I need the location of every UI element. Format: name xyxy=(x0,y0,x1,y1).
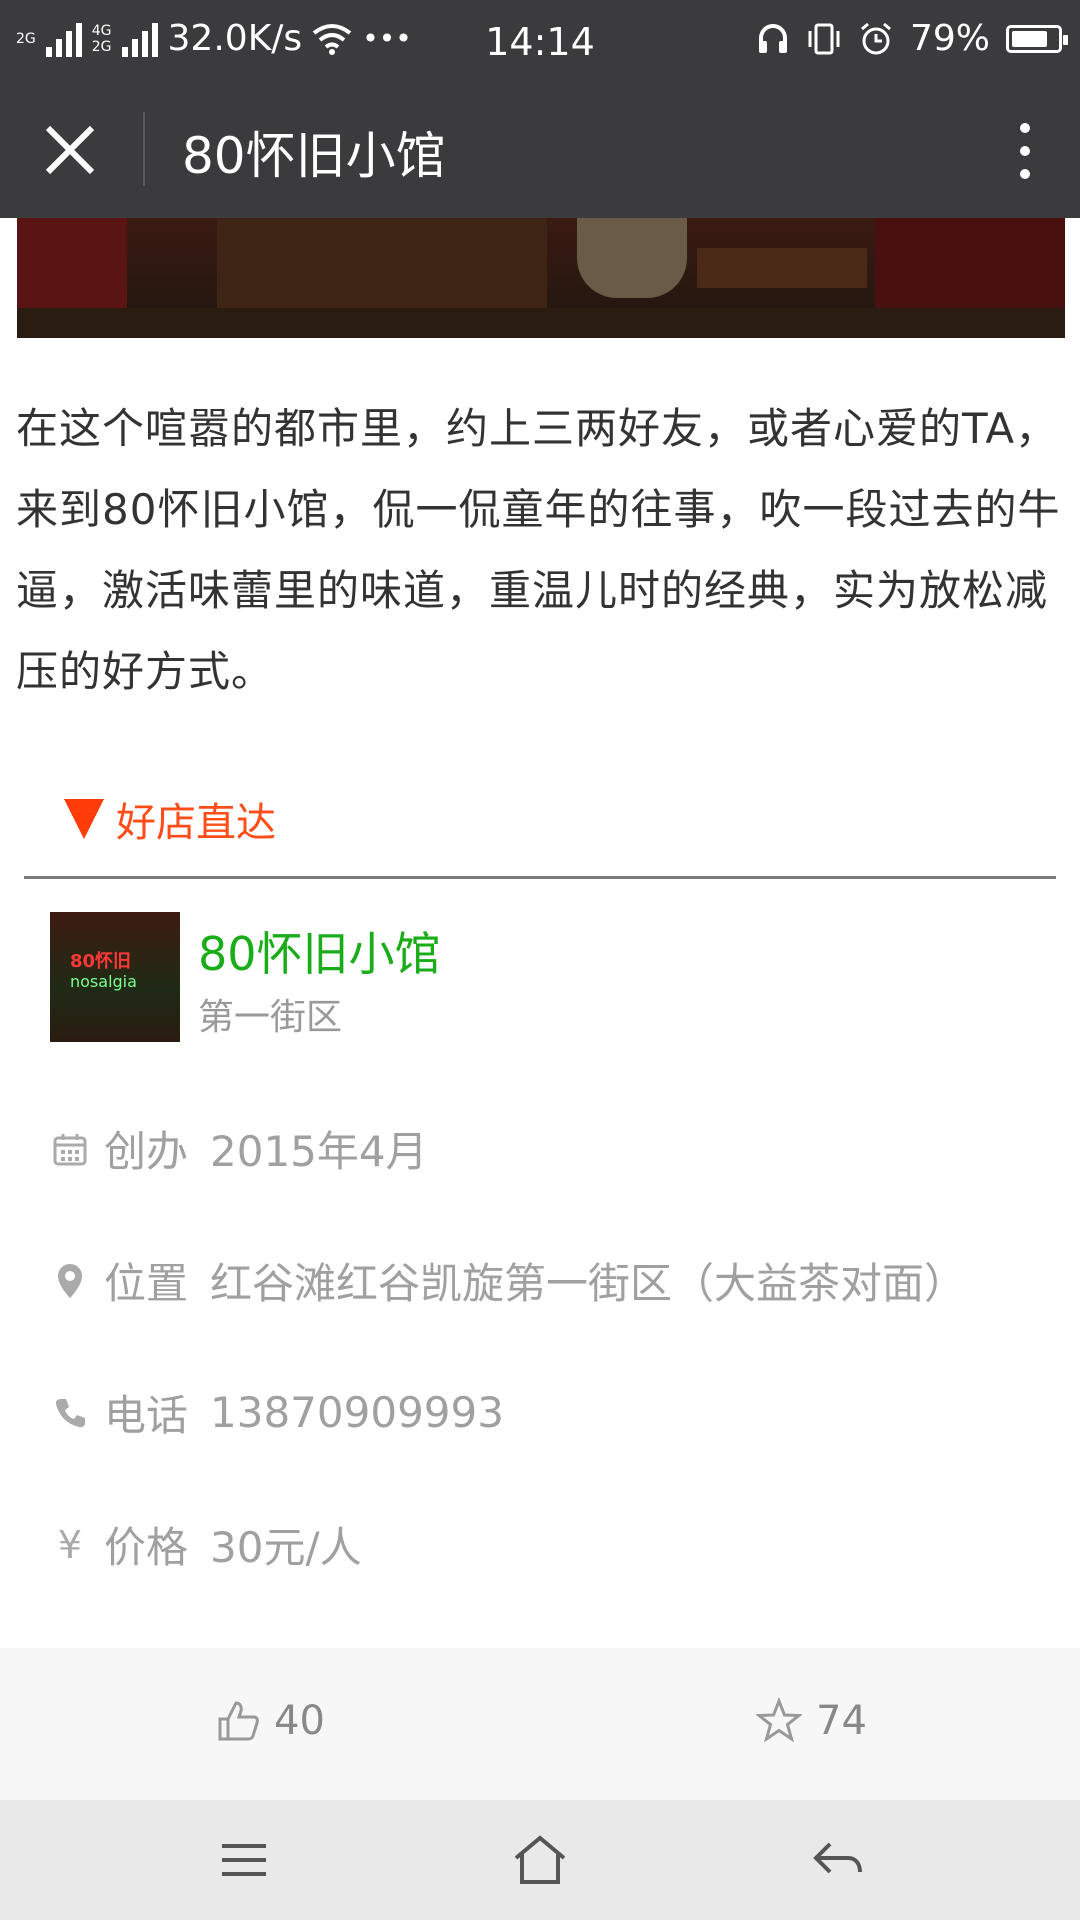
info-value-price: 30元/人 xyxy=(210,1523,362,1572)
like-count: 40 xyxy=(274,1698,325,1744)
section-header: 好店直达 xyxy=(64,790,276,848)
like-button[interactable]: 40 xyxy=(216,1698,325,1744)
info-row-price: ¥ 价格 30元/人 xyxy=(50,1514,362,1575)
battery-icon xyxy=(1006,24,1068,53)
hero-red-panel-right xyxy=(875,218,1065,318)
nav-bar: 80怀旧小馆 xyxy=(0,82,1080,218)
location-pin-icon xyxy=(50,1259,90,1303)
battery-fill xyxy=(1012,30,1047,47)
favorite-button[interactable]: 74 xyxy=(756,1698,867,1744)
thumb-neon-text: 80怀旧 xyxy=(70,951,132,972)
close-icon[interactable] xyxy=(40,120,100,180)
info-label-price: 价格 xyxy=(104,1523,189,1572)
alarm-icon xyxy=(861,22,891,54)
yen-icon: ¥ xyxy=(57,1522,83,1567)
info-label-location: 位置 xyxy=(104,1259,189,1308)
shop-name-link[interactable]: 80怀旧小馆 xyxy=(198,918,441,984)
shop-area: 第一街区 xyxy=(198,997,343,1038)
favorite-count: 74 xyxy=(816,1698,867,1744)
hero-image xyxy=(17,218,1065,338)
calendar-icon xyxy=(50,1127,90,1171)
info-value-phone[interactable]: 13870909993 xyxy=(210,1388,504,1437)
status-right: 79% xyxy=(756,18,1068,59)
hero-person xyxy=(577,218,687,298)
home-icon[interactable] xyxy=(510,1830,570,1890)
section-title: 好店直达 xyxy=(116,800,276,846)
back-icon[interactable] xyxy=(808,1830,868,1890)
headset-icon xyxy=(758,23,787,53)
battery-percent: 79% xyxy=(909,18,990,59)
thumb-neon-subtext: nosalgia xyxy=(70,972,137,991)
intro-paragraph: 在这个喧嚣的都市里，约上三两好友，或者心爱的TA，来到80怀旧小馆，侃一侃童年的… xyxy=(16,404,1061,696)
star-icon xyxy=(756,1698,802,1743)
more-vertical-icon[interactable] xyxy=(1010,116,1040,186)
hero-floor xyxy=(17,308,1065,338)
shop-thumbnail[interactable]: 80怀旧 nosalgia xyxy=(50,912,180,1042)
info-label-phone: 电话 xyxy=(104,1391,189,1440)
info-row-location[interactable]: 位置 红谷滩红谷凯旋第一街区（大益茶对面） xyxy=(50,1250,966,1311)
info-row-founded: 创办 2015年4月 xyxy=(50,1118,428,1179)
info-value-founded: 2015年4月 xyxy=(210,1127,428,1176)
triangle-down-icon xyxy=(64,799,104,839)
hero-table xyxy=(697,248,867,288)
action-bar: 40 74 xyxy=(0,1648,1080,1800)
nav-divider xyxy=(143,112,145,186)
hero-shelf xyxy=(217,218,547,318)
info-row-phone[interactable]: 电话 13870909993 xyxy=(50,1382,504,1443)
info-value-location: 红谷滩红谷凯旋第一街区（大益茶对面） xyxy=(210,1259,967,1308)
phone-icon xyxy=(50,1391,90,1435)
section-divider xyxy=(24,876,1056,879)
status-bar: 2G 4G 2G 32.0K/s ••• 14:14 79% xyxy=(0,0,1080,82)
thumbs-up-icon xyxy=(218,1701,259,1741)
vibrate-icon xyxy=(808,23,840,54)
page-title: 80怀旧小馆 xyxy=(182,127,446,185)
info-label-founded: 创办 xyxy=(104,1127,189,1176)
menu-icon[interactable] xyxy=(214,1830,274,1890)
bottom-nav xyxy=(0,1800,1080,1920)
